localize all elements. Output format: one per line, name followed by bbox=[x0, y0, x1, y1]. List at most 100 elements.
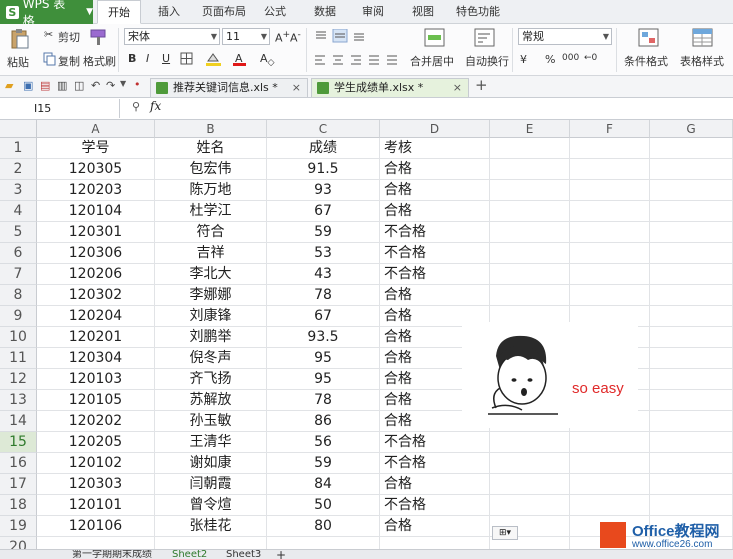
cell-assessment[interactable]: 合格 bbox=[380, 516, 490, 537]
cell-name[interactable]: 包宏伟 bbox=[155, 159, 267, 180]
column-header-d[interactable]: D bbox=[380, 120, 490, 138]
tab-data[interactable]: 数据 bbox=[314, 0, 336, 24]
cell-score[interactable]: 67 bbox=[267, 306, 380, 327]
tab-formulas[interactable]: 公式 bbox=[264, 0, 286, 24]
row-header[interactable]: 1 bbox=[0, 138, 37, 159]
number-format-select[interactable]: 常规 ▼ bbox=[518, 28, 612, 45]
cell-score[interactable]: 95 bbox=[267, 369, 380, 390]
cell-student-id[interactable]: 120305 bbox=[37, 159, 155, 180]
cell-name[interactable] bbox=[155, 537, 267, 549]
sheet-tab-sheet2[interactable]: Sheet2 bbox=[172, 550, 207, 559]
cell-student-id[interactable] bbox=[37, 537, 155, 549]
row-header[interactable]: 10 bbox=[0, 327, 37, 348]
row-header[interactable]: 12 bbox=[0, 369, 37, 390]
shrink-font-button[interactable]: A- bbox=[290, 29, 301, 45]
cell-score[interactable]: 93.5 bbox=[267, 327, 380, 348]
cell-student-id[interactable]: 学号 bbox=[37, 138, 155, 159]
cell-student-id[interactable]: 120202 bbox=[37, 411, 155, 432]
cell-name[interactable]: 王清华 bbox=[155, 432, 267, 453]
row-header[interactable]: 9 bbox=[0, 306, 37, 327]
select-all-corner[interactable] bbox=[0, 120, 37, 138]
cell-assessment[interactable]: 合格 bbox=[380, 159, 490, 180]
cell-assessment[interactable]: 合格 bbox=[380, 474, 490, 495]
cell-empty[interactable] bbox=[490, 159, 570, 180]
tab-special-features[interactable]: 特色功能 bbox=[456, 0, 500, 24]
autofill-options-button[interactable]: ⊞▾ bbox=[492, 526, 518, 540]
cell-empty[interactable] bbox=[650, 327, 733, 348]
doc-tab-student-scores[interactable]: 学生成绩单.xlsx * × bbox=[311, 78, 469, 97]
cell-name[interactable]: 符合 bbox=[155, 222, 267, 243]
insert-function-button[interactable]: fx bbox=[150, 99, 161, 113]
cell-score[interactable]: 67 bbox=[267, 201, 380, 222]
cell-empty[interactable] bbox=[650, 348, 733, 369]
column-header-f[interactable]: F bbox=[570, 120, 650, 138]
cell-score[interactable]: 56 bbox=[267, 432, 380, 453]
column-header-a[interactable]: A bbox=[37, 120, 155, 138]
cell-empty[interactable] bbox=[570, 138, 650, 159]
cell-assessment[interactable] bbox=[380, 537, 490, 549]
row-header[interactable]: 2 bbox=[0, 159, 37, 180]
cell-empty[interactable] bbox=[570, 285, 650, 306]
table-style-icon[interactable] bbox=[692, 28, 714, 48]
column-header-c[interactable]: C bbox=[267, 120, 380, 138]
cell-empty[interactable] bbox=[490, 180, 570, 201]
cell-student-id[interactable]: 120304 bbox=[37, 348, 155, 369]
open-folder-icon[interactable]: ▰ bbox=[5, 79, 13, 92]
cell-empty[interactable] bbox=[650, 222, 733, 243]
font-color-icon[interactable]: A bbox=[232, 52, 248, 67]
cell-empty[interactable] bbox=[490, 285, 570, 306]
cell-empty[interactable] bbox=[570, 159, 650, 180]
cell-empty[interactable] bbox=[490, 243, 570, 264]
row-header[interactable]: 3 bbox=[0, 180, 37, 201]
clear-format-button[interactable]: A◇ bbox=[260, 52, 275, 68]
cell-score[interactable]: 50 bbox=[267, 495, 380, 516]
tab-page-layout[interactable]: 页面布局 bbox=[202, 0, 246, 24]
cell-empty[interactable] bbox=[650, 390, 733, 411]
cell-empty[interactable] bbox=[650, 369, 733, 390]
cell-assessment[interactable]: 合格 bbox=[380, 180, 490, 201]
sheet-tab-sheet3[interactable]: Sheet3 bbox=[226, 550, 261, 559]
cell-assessment[interactable]: 不合格 bbox=[380, 453, 490, 474]
format-painter-button[interactable]: 格式刷 bbox=[83, 53, 116, 69]
print-icon[interactable]: ▥ bbox=[57, 79, 67, 92]
cell-assessment[interactable]: 考核 bbox=[380, 138, 490, 159]
row-header[interactable]: 19 bbox=[0, 516, 37, 537]
cell-score[interactable]: 53 bbox=[267, 243, 380, 264]
increase-decimal-button[interactable]: ←0 bbox=[584, 53, 597, 63]
row-header[interactable]: 11 bbox=[0, 348, 37, 369]
cell-student-id[interactable]: 120206 bbox=[37, 264, 155, 285]
scissors-icon[interactable]: ✂ bbox=[44, 28, 53, 41]
cell-empty[interactable] bbox=[570, 495, 650, 516]
merge-center-icon[interactable] bbox=[424, 28, 446, 48]
cell-name[interactable]: 刘鹏举 bbox=[155, 327, 267, 348]
row-header[interactable]: 18 bbox=[0, 495, 37, 516]
row-header[interactable]: 20 bbox=[0, 537, 37, 549]
cell-empty[interactable] bbox=[490, 138, 570, 159]
cell-student-id[interactable]: 120105 bbox=[37, 390, 155, 411]
sheet-tab-semester-final[interactable]: 第一学期期末成绩 bbox=[72, 550, 152, 559]
row-header[interactable]: 15 bbox=[0, 432, 37, 453]
export-pdf-icon[interactable]: ▤ bbox=[40, 79, 50, 92]
cell-score[interactable] bbox=[267, 537, 380, 549]
cell-score[interactable]: 59 bbox=[267, 222, 380, 243]
table-style-button[interactable]: 表格样式 bbox=[680, 53, 724, 69]
cell-empty[interactable] bbox=[650, 432, 733, 453]
cell-empty[interactable] bbox=[570, 474, 650, 495]
cell-student-id[interactable]: 120203 bbox=[37, 180, 155, 201]
grow-font-button[interactable]: A+ bbox=[275, 29, 290, 45]
cell-empty[interactable] bbox=[650, 201, 733, 222]
underline-button[interactable]: U bbox=[162, 52, 170, 65]
save-icon[interactable]: ▣ bbox=[23, 79, 33, 92]
cell-student-id[interactable]: 120303 bbox=[37, 474, 155, 495]
cell-empty[interactable] bbox=[490, 474, 570, 495]
font-name-select[interactable]: 宋体 ▼ bbox=[124, 28, 220, 45]
row-header[interactable]: 7 bbox=[0, 264, 37, 285]
cell-name[interactable]: 曾令煊 bbox=[155, 495, 267, 516]
cell-student-id[interactable]: 120302 bbox=[37, 285, 155, 306]
cell-empty[interactable] bbox=[650, 243, 733, 264]
cell-assessment[interactable]: 不合格 bbox=[380, 495, 490, 516]
add-sheet-button[interactable]: + bbox=[276, 550, 286, 559]
fill-color-icon[interactable] bbox=[205, 52, 223, 67]
cell-empty[interactable] bbox=[650, 306, 733, 327]
italic-button[interactable]: I bbox=[146, 52, 149, 65]
